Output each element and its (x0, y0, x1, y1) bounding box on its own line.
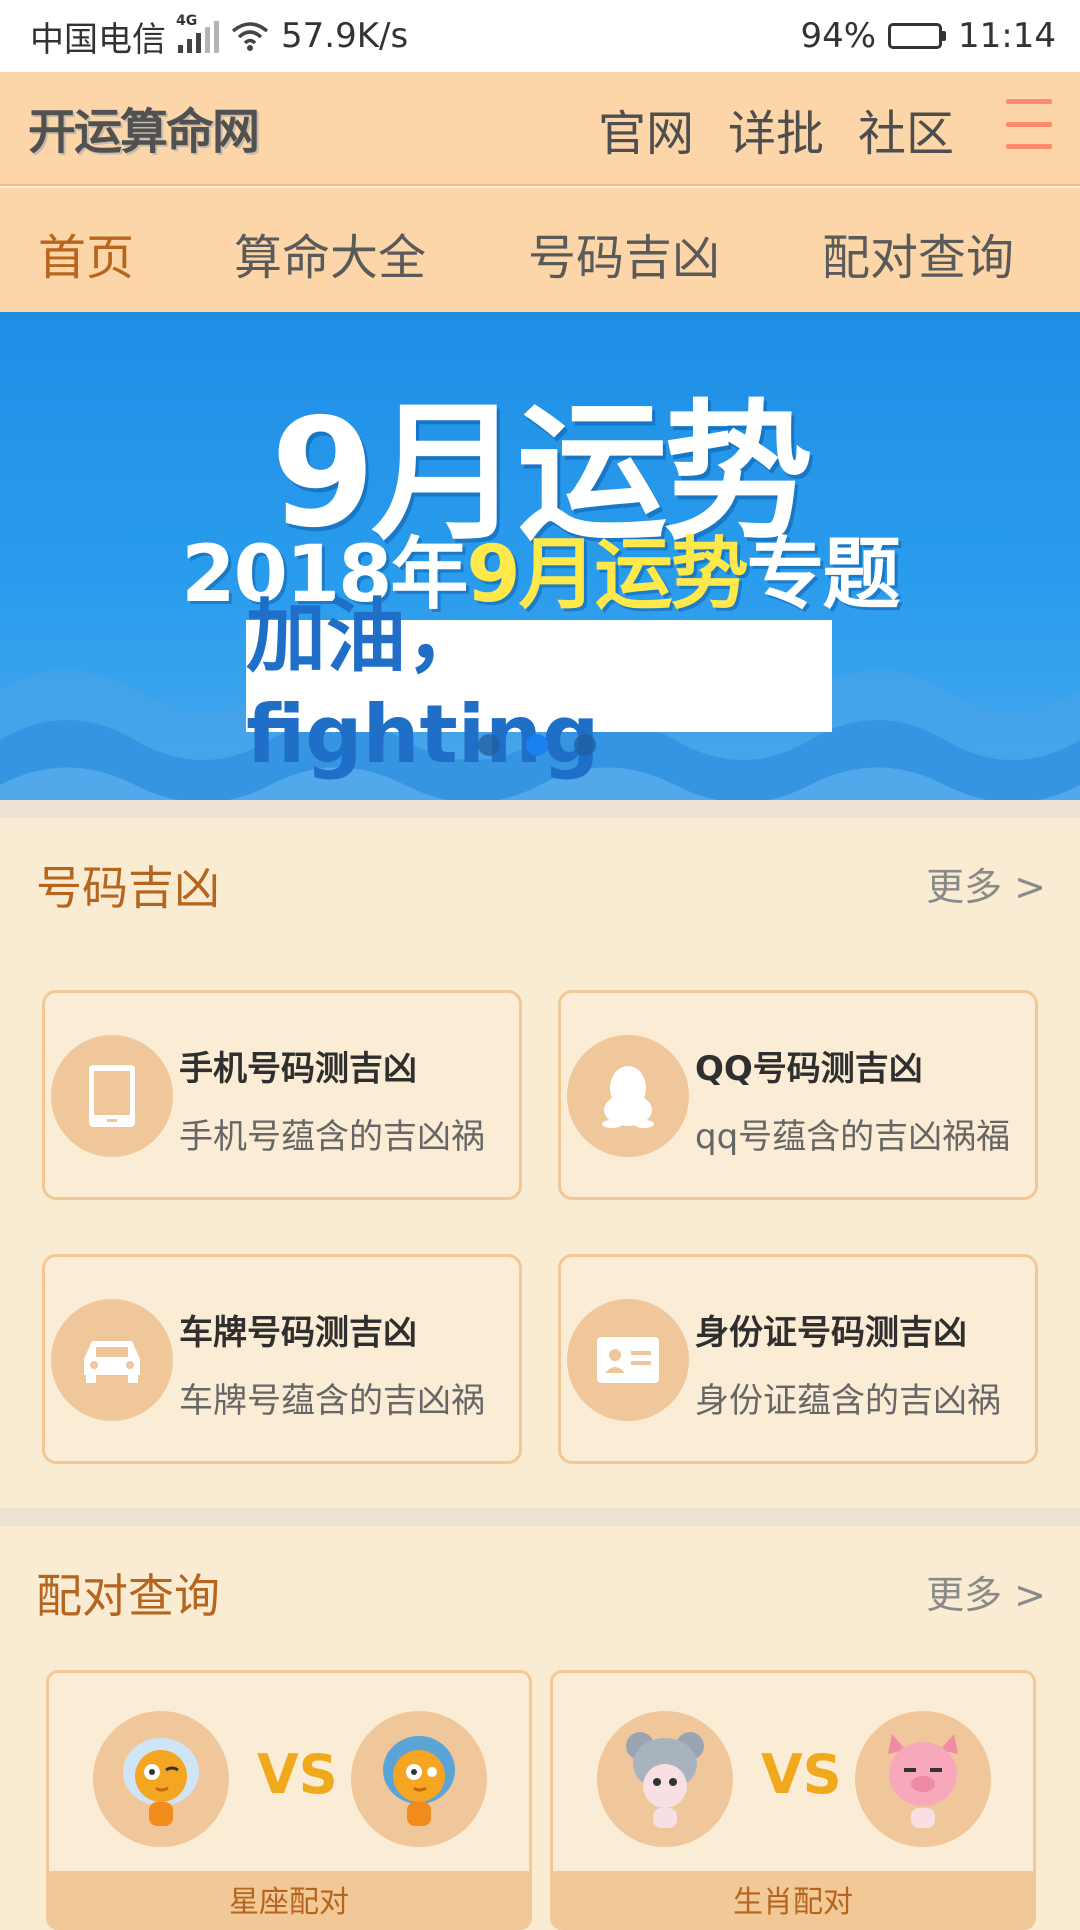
vs-label: VS (761, 1743, 842, 1806)
pair-card-zodiac[interactable]: VS 生肖配对 (550, 1670, 1036, 1930)
tab-pair-query[interactable]: 配对查询 (822, 218, 1014, 288)
qq-penguin-icon (567, 1035, 689, 1157)
card-title: 车牌号码测吉凶 (179, 1313, 417, 1353)
id-card-icon (567, 1299, 689, 1421)
card-desc: 车牌号蕴含的吉凶祸 (179, 1381, 485, 1421)
carousel-dots (478, 734, 596, 756)
vs-label: VS (257, 1743, 338, 1806)
phone-icon (51, 1035, 173, 1157)
pair-card-constellation[interactable]: VS 星座配对 (46, 1670, 532, 1930)
card-desc: 手机号蕴含的吉凶祸 (179, 1117, 485, 1157)
section-title-number-luck: 号码吉凶 (36, 861, 220, 915)
card-phone-number[interactable]: 手机号码测吉凶 手机号蕴含的吉凶祸 (42, 990, 522, 1200)
tab-home[interactable]: 首页 (38, 218, 134, 288)
wifi-icon (231, 22, 269, 51)
card-id-card[interactable]: 身份证号码测吉凶 身份证蕴含的吉凶祸 (558, 1254, 1038, 1464)
banner-slogan: 加油，fighting (246, 590, 832, 781)
card-desc: qq号蕴含的吉凶祸福 (695, 1117, 1011, 1157)
section-title-pair-query: 配对查询 (36, 1569, 220, 1623)
card-title: 身份证号码测吉凶 (695, 1313, 967, 1353)
header-link-community[interactable]: 社区 (858, 94, 954, 164)
status-bar: 中国电信 4G 57.9K/s 94% 11:14 (0, 0, 1080, 72)
hamburger-menu-icon[interactable] (1006, 99, 1052, 149)
section-divider (0, 800, 1080, 818)
carousel-dot[interactable] (574, 734, 596, 756)
header-links: 官网 详批 社区 (598, 94, 954, 164)
cell-signal-icon: 4G (176, 13, 219, 53)
site-logo[interactable]: 开运算命网 (28, 92, 260, 162)
carousel-dot[interactable] (478, 734, 500, 756)
card-title: QQ号码测吉凶 (695, 1049, 923, 1089)
tab-fortune-telling[interactable]: 算命大全 (234, 218, 426, 288)
clock: 11:14 (958, 16, 1056, 56)
mouse-avatar-icon (597, 1711, 733, 1847)
promo-banner[interactable]: 9月运势 2018年9月运势专题 加油，fighting (0, 312, 1080, 800)
tab-number-luck[interactable]: 号码吉凶 (528, 218, 720, 288)
nav-tabs: 首页 算命大全 号码吉凶 配对查询 (0, 188, 1080, 312)
header-link-detailed[interactable]: 详批 (728, 94, 824, 164)
card-license-plate[interactable]: 车牌号码测吉凶 车牌号蕴含的吉凶祸 (42, 1254, 522, 1464)
card-desc: 身份证蕴含的吉凶祸 (695, 1381, 1001, 1421)
network-speed: 57.9K/s (281, 16, 409, 56)
cartoon-avatar-icon (93, 1711, 229, 1847)
battery-icon (888, 23, 947, 49)
battery-percent: 94% (800, 16, 877, 56)
card-qq-number[interactable]: QQ号码测吉凶 qq号蕴含的吉凶祸福 (558, 990, 1038, 1200)
card-title: 手机号码测吉凶 (179, 1049, 417, 1089)
car-icon (51, 1299, 173, 1421)
cartoon-avatar-icon (351, 1711, 487, 1847)
more-link-pair-query[interactable]: 更多 > (926, 1564, 1046, 1619)
pair-label: 星座配对 (49, 1871, 529, 1927)
section-divider (0, 1508, 1080, 1526)
carrier-name: 中国电信 (30, 19, 166, 60)
pair-label: 生肖配对 (553, 1871, 1033, 1927)
header-link-official[interactable]: 官网 (598, 94, 694, 164)
site-header: 开运算命网 官网 详批 社区 (0, 72, 1080, 186)
more-link-number-luck[interactable]: 更多 > (926, 856, 1046, 911)
carousel-dot-active[interactable] (526, 734, 548, 756)
pig-avatar-icon (855, 1711, 991, 1847)
